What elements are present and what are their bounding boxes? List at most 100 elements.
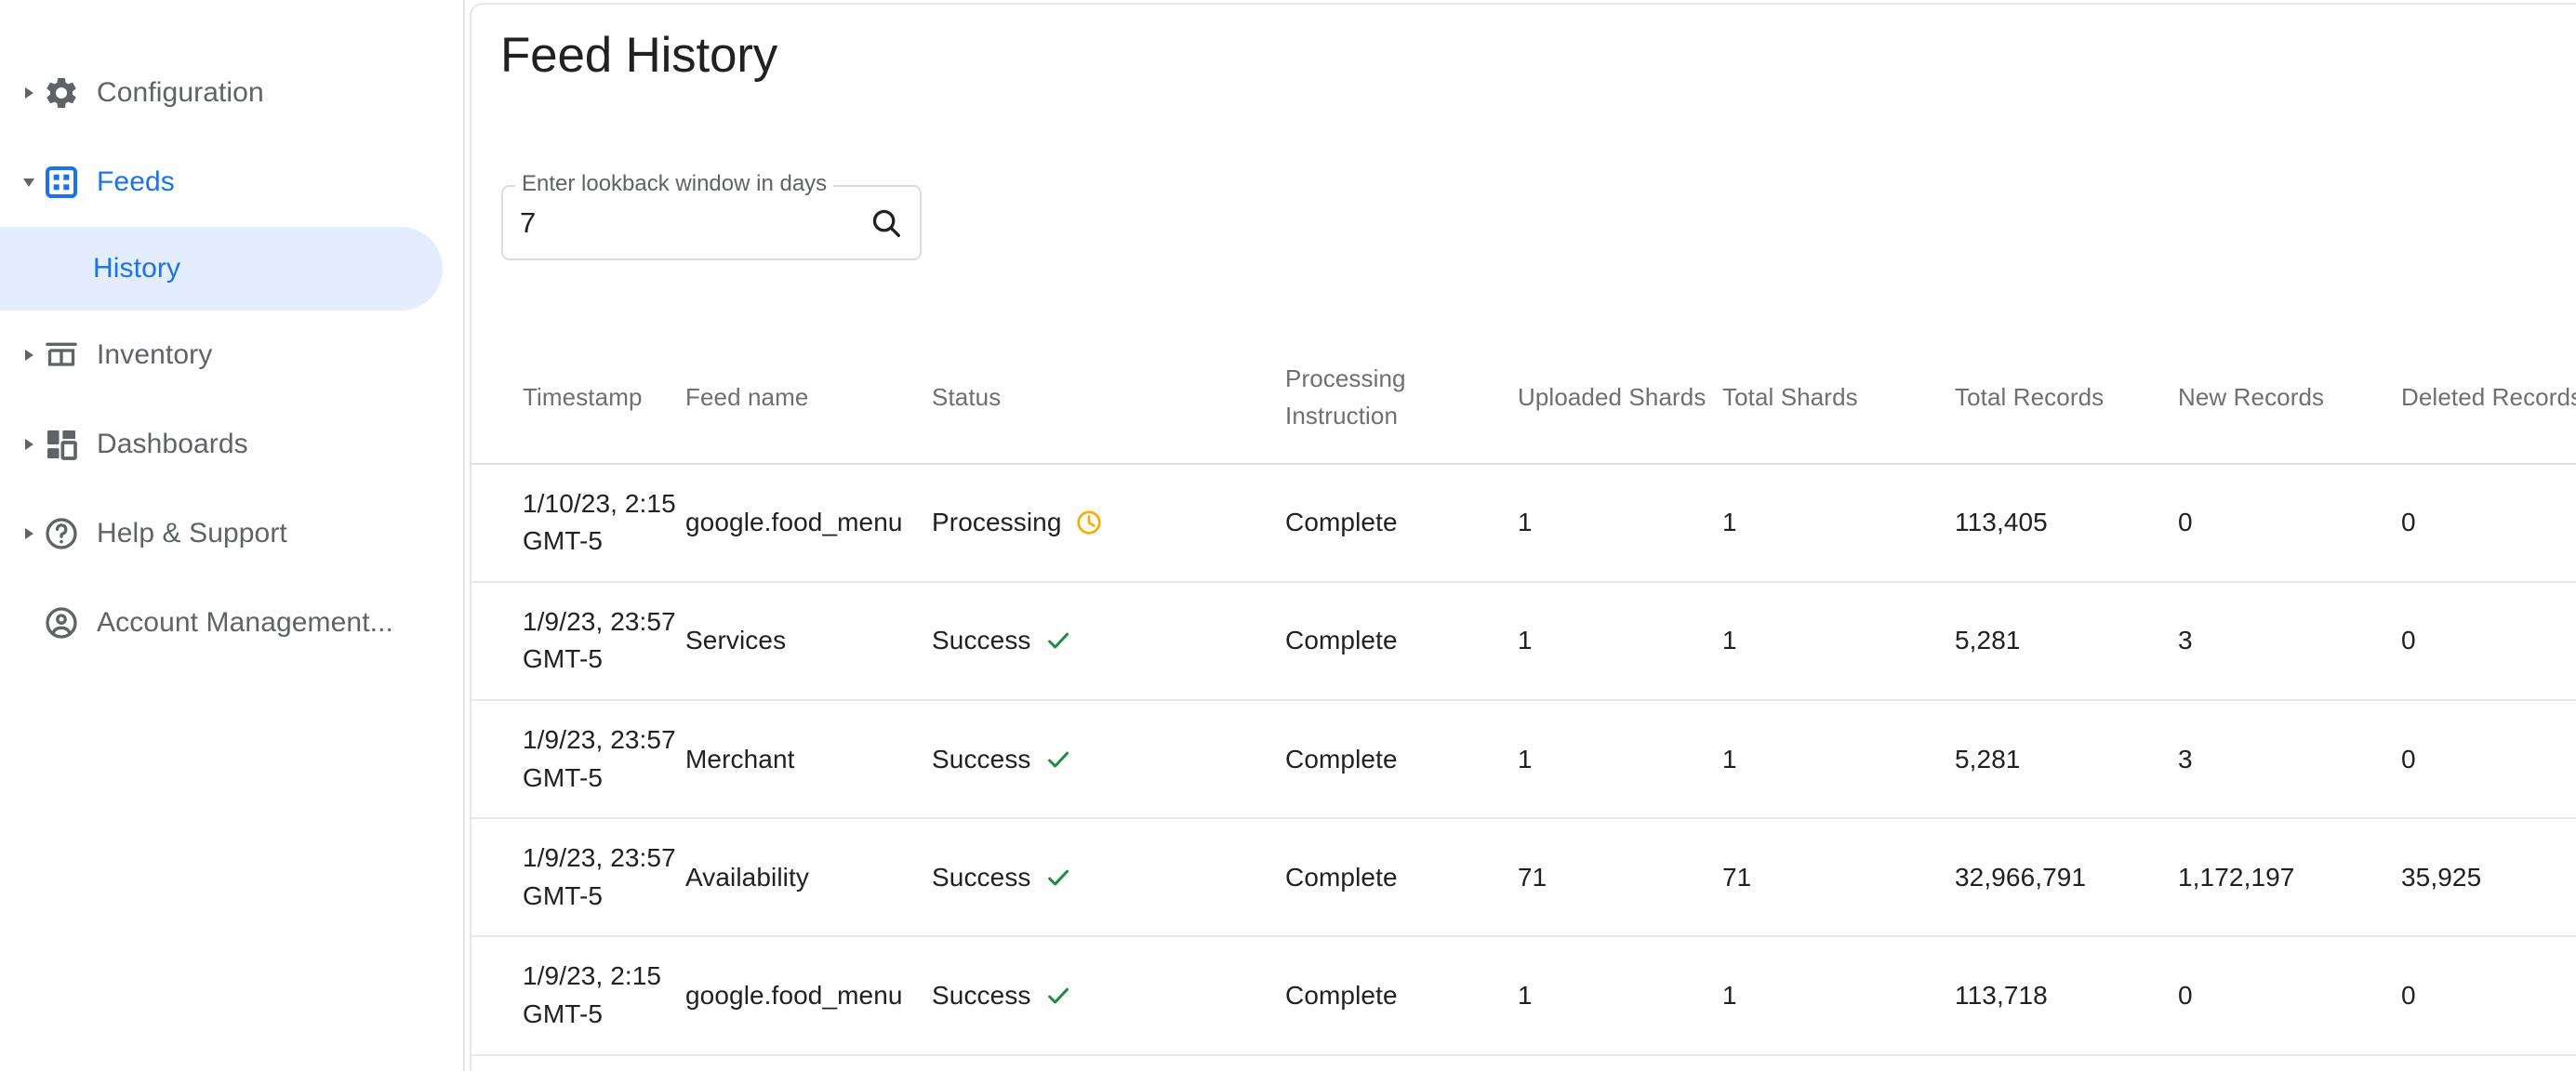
cell-total-shards: 1 (1722, 463, 1955, 583)
lookback-window-input[interactable] (520, 205, 827, 240)
cell-total-shards: 1 (1722, 581, 1955, 701)
sidebar-item-label: Feeds (97, 166, 175, 197)
cell-status: Success (932, 936, 1285, 1056)
check-icon (1044, 746, 1072, 774)
lookback-window-label: Enter lookback window in days (515, 170, 834, 198)
cell-new-records: 3 (2178, 699, 2401, 820)
sidebar-item-account-management[interactable]: Account Management... (0, 578, 463, 668)
cell-feed-name: Services (685, 1054, 932, 1071)
search-button[interactable] (862, 199, 910, 247)
cell-feed-name: Availability (685, 818, 932, 938)
sidebar-item-dashboards[interactable]: Dashboards (0, 400, 463, 489)
sidebar-item-label: Dashboards (97, 429, 248, 459)
cell-status: Success (932, 818, 1285, 938)
column-header-deleted-records[interactable]: Deleted Records (2401, 332, 2576, 465)
cell-total-shards: 71 (1722, 818, 1955, 938)
cell-feed-name: Merchant (685, 699, 932, 820)
grid-icon (41, 162, 82, 203)
sidebar-item-configuration[interactable]: Configuration (0, 48, 463, 138)
table-header: Timestamp Feed name Status Processing In… (471, 332, 2576, 465)
column-header-uploaded-shards[interactable]: Uploaded Shards (1518, 332, 1722, 465)
cell-total-records: 5,281 (1955, 699, 2178, 820)
cell-feed-name: google.food_menu (685, 936, 932, 1056)
cell-uploaded-shards: 1 (1518, 581, 1722, 701)
cell-total-shards: 1 (1722, 699, 1955, 820)
app-root: Configuration Feeds History Inventory Da… (0, 0, 2576, 1071)
table-header-row: Timestamp Feed name Status Processing In… (471, 332, 2576, 465)
sidebar-item-label: Account Management... (97, 607, 393, 638)
cell-status: Success (932, 699, 1285, 820)
cell-deleted-records: 0 (2401, 699, 2576, 820)
sidebar-subitem-label: History (93, 253, 181, 284)
status-label: Success (932, 980, 1031, 1010)
chevron-right-icon[interactable] (17, 528, 41, 539)
cell-processing-instruction: Complete (1285, 1054, 1518, 1071)
chevron-right-icon[interactable] (17, 87, 41, 99)
clock-icon (1075, 509, 1103, 536)
sidebar: Configuration Feeds History Inventory Da… (0, 0, 465, 1071)
chevron-right-icon[interactable] (17, 439, 41, 450)
cell-deleted-records: 0 (2401, 463, 2576, 583)
processing-line-2: Instruction (1285, 402, 1399, 430)
cell-uploaded-shards: 1 (1518, 699, 1722, 820)
cell-feed-name: Services (685, 581, 932, 701)
table-row[interactable]: 1/9/23, 23:57 GMT-5 Services Success Comple… (471, 581, 2576, 701)
column-header-total-records[interactable]: Total Records (1955, 332, 2178, 465)
status-label: Success (932, 744, 1031, 774)
table-row[interactable]: 1/9/23, 23:57 GMT-5 Availability Success Co… (471, 818, 2576, 938)
cell-deleted-records: 1 (2401, 1054, 2576, 1071)
cell-total-records: 113,718 (1955, 936, 2178, 1056)
table-row[interactable]: 1/9/23, 23:57 GMT-5 Merchant Success Comple… (471, 699, 2576, 820)
lookback-window-field[interactable]: Enter lookback window in days (501, 170, 922, 260)
sidebar-item-feeds[interactable]: Feeds (0, 138, 463, 227)
cell-deleted-records: 0 (2401, 581, 2576, 701)
cell-timestamp: 1/9/23, 2:15 GMT-5 (471, 936, 685, 1056)
cell-new-records: 1,172,197 (2178, 818, 2401, 938)
cell-processing-instruction: Complete (1285, 463, 1518, 583)
column-header-timestamp[interactable]: Timestamp (471, 332, 685, 465)
cell-status: Success (932, 1054, 1285, 1071)
cell-deleted-records: 35,925 (2401, 818, 2576, 938)
cell-timestamp: 1/10/23, 2:15 GMT-5 (471, 463, 685, 583)
chevron-down-icon[interactable] (17, 178, 41, 187)
cell-processing-instruction: Complete (1285, 818, 1518, 938)
processing-line-1: Processing (1285, 364, 1406, 392)
cell-timestamp: 1/9/23, 0:31 GMT-5 (471, 1054, 685, 1071)
store-icon (41, 335, 82, 376)
sidebar-item-inventory[interactable]: Inventory (0, 311, 463, 400)
check-icon (1044, 627, 1072, 654)
sidebar-item-label: Inventory (97, 339, 213, 370)
table-row[interactable]: 1/9/23, 2:15 GMT-5 google.food_menu Succes… (471, 936, 2576, 1056)
table-row[interactable]: 1/10/23, 2:15 GMT-5 google.food_menu Proce… (471, 463, 2576, 583)
column-header-status[interactable]: Status (932, 332, 1285, 465)
column-header-feed-name[interactable]: Feed name (685, 332, 932, 465)
cell-total-records: 5,278 (1955, 1054, 2178, 1071)
column-header-total-shards[interactable]: Total Shards (1722, 332, 1955, 465)
sidebar-item-history[interactable]: History (0, 227, 443, 311)
gear-icon (41, 73, 82, 113)
cell-new-records: 0 (2178, 936, 2401, 1056)
sidebar-item-label: Configuration (97, 77, 264, 108)
table-row[interactable]: 1/9/23, 0:31 GMT-5ServicesSuccessComplet… (471, 1054, 2576, 1071)
column-header-processing-instruction[interactable]: Processing Instruction (1285, 332, 1518, 465)
cell-status: Processing (932, 463, 1285, 583)
status-label: Success (932, 626, 1031, 655)
cell-new-records: 3 (2178, 581, 2401, 701)
sidebar-item-label: Help & Support (97, 518, 287, 549)
status-label: Success (932, 862, 1031, 892)
help-icon (41, 513, 82, 554)
cell-timestamp: 1/9/23, 23:57 GMT-5 (471, 818, 685, 938)
cell-new-records: 0 (2178, 463, 2401, 583)
cell-processing-instruction: Complete (1285, 936, 1518, 1056)
main-content: Feed History Enter lookback window in da… (465, 0, 2576, 1071)
cell-total-shards: 1 (1722, 936, 1955, 1056)
check-icon (1044, 864, 1072, 892)
sidebar-item-help-support[interactable]: Help & Support (0, 489, 463, 578)
check-icon (1044, 982, 1072, 1010)
column-header-new-records[interactable]: New Records (2178, 332, 2401, 465)
cell-processing-instruction: Complete (1285, 581, 1518, 701)
cell-total-records: 113,405 (1955, 463, 2178, 583)
feed-history-card: Feed History Enter lookback window in da… (470, 3, 2576, 1071)
chevron-right-icon[interactable] (17, 350, 41, 361)
cell-deleted-records: 0 (2401, 936, 2576, 1056)
